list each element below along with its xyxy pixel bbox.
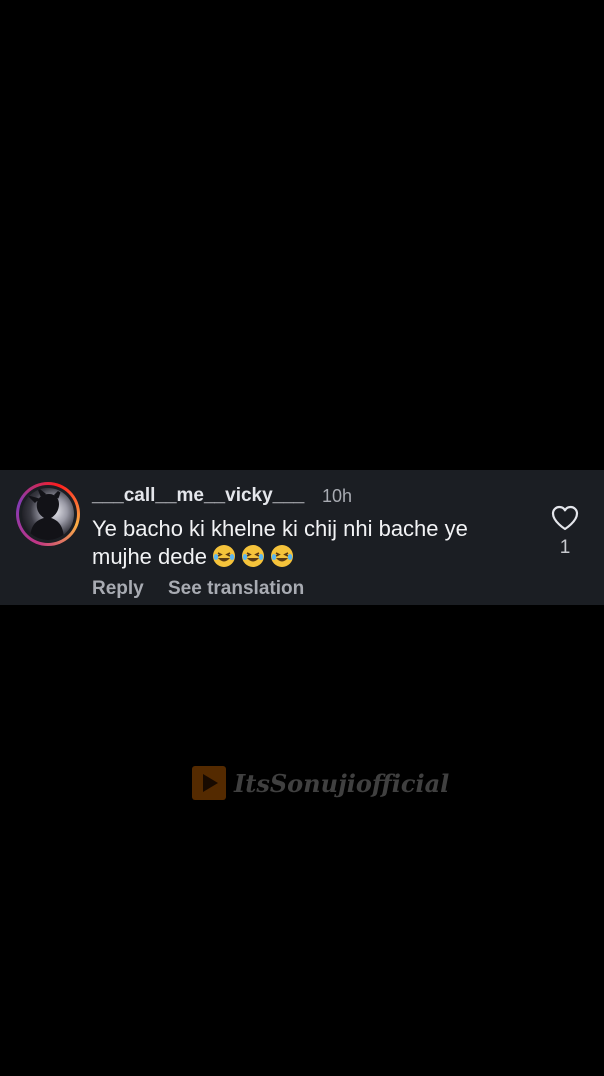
play-triangle-icon xyxy=(203,774,218,792)
avatar[interactable] xyxy=(16,482,80,546)
avatar-silhouette-icon xyxy=(26,488,64,540)
comment-timestamp: 10h xyxy=(322,486,353,506)
comment-body: Ye bacho ki khelne ki chij nhi bache ye … xyxy=(92,515,522,571)
laughing-tears-emoji-icon xyxy=(241,545,264,567)
avatar-ring-gap xyxy=(19,485,77,543)
watermark-text: ItsSonujiofficial xyxy=(234,768,450,798)
play-icon xyxy=(192,766,226,800)
avatar-image xyxy=(22,488,74,540)
laughing-tears-emoji-icon xyxy=(270,545,293,567)
like-count: 1 xyxy=(559,537,571,558)
comment-username[interactable]: ___call__me__vicky___ xyxy=(92,485,304,507)
reply-button[interactable]: Reply xyxy=(92,578,144,600)
video-frame: ___call__me__vicky___ 10h Ye bacho ki kh… xyxy=(0,0,604,1076)
watermark: ItsSonujiofficial xyxy=(192,766,449,800)
see-translation-button[interactable]: See translation xyxy=(168,578,304,600)
laughing-tears-emoji-icon xyxy=(212,545,235,567)
heart-outline-icon[interactable] xyxy=(551,505,579,531)
